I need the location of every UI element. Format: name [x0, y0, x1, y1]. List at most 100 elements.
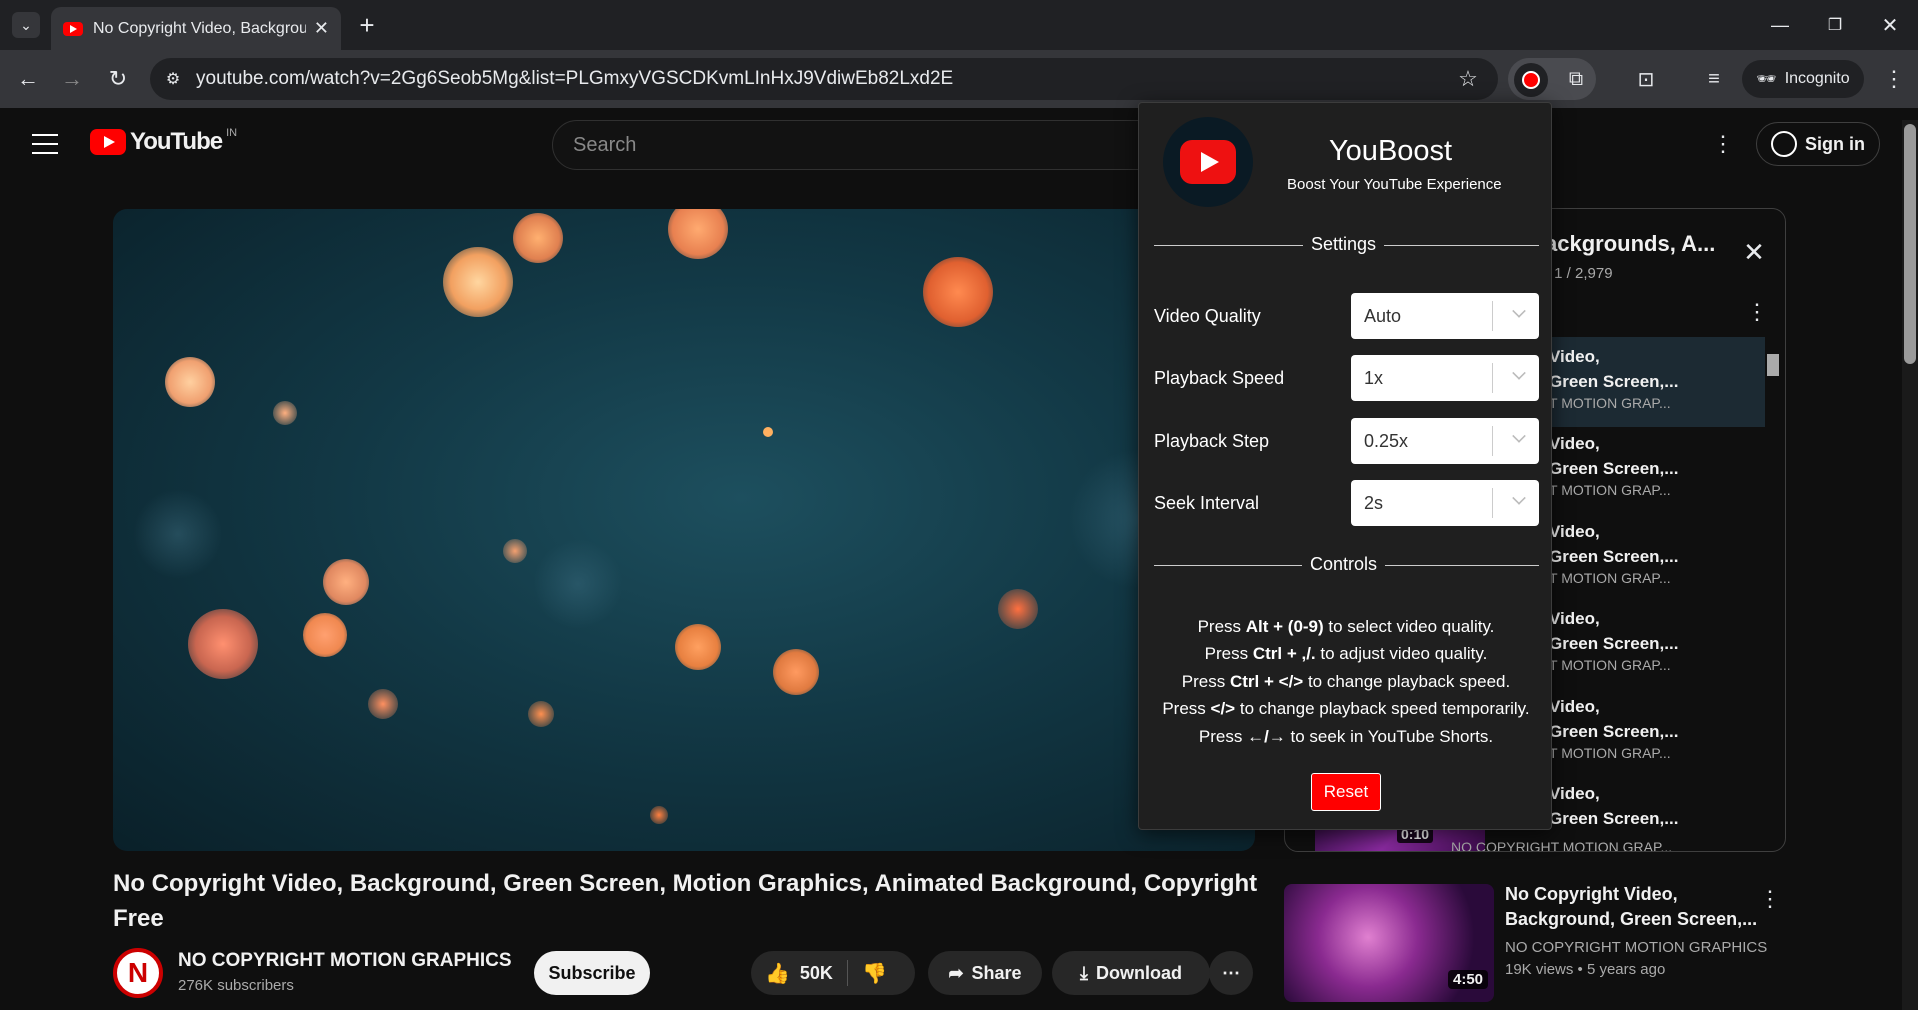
playlist-item[interactable]: Video, Green Screen,... T MOTION GRAP...	[1549, 519, 1678, 587]
recommendation-menu-icon[interactable]: ⋮	[1759, 884, 1781, 914]
region-code: IN	[226, 127, 238, 139]
restore-icon[interactable]: ❐	[1815, 10, 1855, 40]
playlist-item-channel: NO COPYRIGHT MOTION GRAP...	[1451, 839, 1673, 852]
like-count[interactable]: 50K	[800, 963, 833, 984]
page-scrollbar-thumb[interactable]	[1904, 124, 1916, 364]
playlist-item-title-2: Green Screen,...	[1549, 722, 1679, 741]
sign-in-label: Sign in	[1805, 133, 1865, 154]
recommendation-meta: 19K views • 5 years ago	[1505, 961, 1666, 978]
youtube-play-icon	[90, 129, 126, 155]
youboost-extension-icon[interactable]	[1514, 63, 1548, 97]
playlist-item[interactable]: Video, Green Screen,... T MOTION GRAP...	[1549, 344, 1678, 412]
playback-speed-value: 1x	[1364, 367, 1384, 388]
video-quality-select[interactable]: Auto	[1351, 293, 1539, 339]
reset-button[interactable]: Reset	[1311, 773, 1381, 811]
address-bar[interactable]: ⚙ youtube.com/watch?v=2Gg6Seob5Mg&list=P…	[150, 58, 1498, 100]
media-control-icon[interactable]: ≡	[1698, 63, 1730, 95]
close-window-icon[interactable]: ✕	[1870, 10, 1910, 40]
playlist-item-channel: T MOTION GRAP...	[1549, 657, 1671, 673]
bokeh-light	[323, 559, 369, 605]
bokeh-light	[528, 701, 554, 727]
playlist-item[interactable]: Video, Green Screen,... T MOTION GRAP...	[1549, 431, 1678, 499]
back-icon[interactable]: ←	[12, 63, 44, 95]
bokeh-light	[533, 539, 623, 629]
share-button[interactable]: ➦ Share	[928, 951, 1042, 995]
search-placeholder: Search	[573, 133, 637, 156]
seek-interval-value: 2s	[1364, 492, 1384, 513]
subscriber-count: 276K subscribers	[178, 977, 294, 994]
reload-icon[interactable]: ↻	[102, 63, 134, 95]
puzzle-extensions-icon[interactable]: ⧉	[1560, 63, 1592, 95]
site-info-icon[interactable]: ⚙	[162, 68, 184, 90]
forward-icon[interactable]: →	[56, 63, 88, 95]
bokeh-light	[273, 401, 297, 425]
playlist-item-title-1: Video,	[1549, 784, 1600, 803]
bokeh-light	[998, 589, 1038, 629]
playlist-item-channel: T MOTION GRAP...	[1549, 570, 1671, 586]
minimize-icon[interactable]: —	[1760, 10, 1800, 40]
video-quality-value: Auto	[1364, 305, 1402, 326]
playlist-item[interactable]: Video, Green Screen,... T MOTION GRAP...	[1549, 694, 1678, 762]
playlist-item[interactable]: Video, Green Screen,...	[1549, 781, 1678, 831]
youtube-logo[interactable]: YouTube IN	[90, 127, 238, 156]
close-playlist-icon[interactable]: ✕	[1739, 237, 1769, 267]
download-button[interactable]: ⤓ Download	[1052, 951, 1210, 995]
bokeh-light	[443, 247, 513, 317]
chevron-down-icon	[1512, 429, 1526, 443]
chevron-down-icon	[1512, 366, 1526, 380]
bokeh-light	[763, 427, 773, 437]
browser-menu-icon[interactable]: ⋮	[1878, 63, 1910, 95]
controls-heading: Controls	[1302, 554, 1386, 575]
playback-speed-select[interactable]: 1x	[1351, 355, 1539, 401]
recommendation-title-1[interactable]: No Copyright Video,	[1505, 884, 1678, 905]
playlist-title[interactable]: ackgrounds, A...	[1545, 231, 1715, 257]
playlist-menu-icon[interactable]: ⋮	[1746, 297, 1768, 327]
control-hint: Press Ctrl + ,/. to adjust video quality…	[1204, 644, 1488, 663]
subscribe-button[interactable]: Subscribe	[534, 951, 650, 995]
more-options-icon[interactable]: ⋮	[1708, 128, 1738, 160]
browser-tab[interactable]: No Copyright Video, Backgroun ✕	[51, 7, 341, 50]
playlist-item-title-2: Green Screen,...	[1549, 809, 1679, 828]
channel-avatar[interactable]: N	[113, 948, 163, 998]
bokeh-light	[923, 257, 993, 327]
close-tab-icon[interactable]: ✕	[314, 18, 329, 39]
hamburger-menu-icon[interactable]	[32, 134, 58, 154]
playlist-item-title-2: Green Screen,...	[1549, 372, 1679, 391]
incognito-label: Incognito	[1784, 70, 1850, 87]
playback-step-select[interactable]: 0.25x	[1351, 418, 1539, 464]
youboost-name: YouBoost	[1329, 135, 1453, 167]
control-hint: Press Ctrl + </> to change playback spee…	[1181, 672, 1511, 691]
more-actions-button[interactable]: ⋯	[1209, 951, 1253, 995]
seek-interval-label: Seek Interval	[1154, 493, 1260, 513]
playlist-item[interactable]: Video, Green Screen,... T MOTION GRAP...	[1549, 606, 1678, 674]
like-dislike-group: 👍 50K 👎	[751, 951, 915, 995]
recommendation-channel[interactable]: NO COPYRIGHT MOTION GRAPHICS	[1505, 939, 1767, 956]
video-title: No Copyright Video, Background, Green Sc…	[113, 870, 1258, 932]
seek-interval-select[interactable]: 2s	[1351, 480, 1539, 526]
channel-name[interactable]: NO COPYRIGHT MOTION GRAPHICS	[178, 950, 512, 972]
tab-search-icon[interactable]: ⌄	[12, 12, 40, 38]
playlist-item-title-2: Green Screen,...	[1549, 459, 1679, 478]
bokeh-light	[675, 624, 721, 670]
like-divider	[846, 960, 848, 986]
sign-in-button[interactable]: Sign in	[1756, 122, 1880, 166]
playback-step-label: Playback Step	[1154, 431, 1270, 451]
tab-title: No Copyright Video, Backgroun	[93, 19, 306, 37]
new-tab-icon[interactable]: +	[352, 10, 382, 40]
playlist-scrollbar-thumb[interactable]	[1767, 354, 1779, 376]
youtube-wordmark: YouTube	[130, 128, 223, 155]
incognito-indicator[interactable]: 🕶 Incognito	[1742, 60, 1864, 98]
youboost-logo	[1163, 117, 1253, 207]
recommendation-title-2[interactable]: Background, Green Screen,...	[1505, 909, 1757, 930]
playlist-item-title-2: Green Screen,...	[1549, 634, 1679, 653]
download-label: Download	[1095, 962, 1182, 983]
video-player[interactable]	[113, 209, 1255, 851]
recommendation-duration: 4:50	[1448, 970, 1489, 989]
screenshot-lens-icon[interactable]: ⊡	[1630, 63, 1662, 95]
like-icon[interactable]: 👍	[765, 961, 790, 986]
bokeh-light	[503, 539, 527, 563]
share-label: Share	[971, 962, 1022, 983]
dislike-icon[interactable]: 👎	[862, 961, 887, 986]
bookmark-star-icon[interactable]: ☆	[1455, 66, 1481, 92]
search-input[interactable]: Search	[552, 120, 1192, 170]
